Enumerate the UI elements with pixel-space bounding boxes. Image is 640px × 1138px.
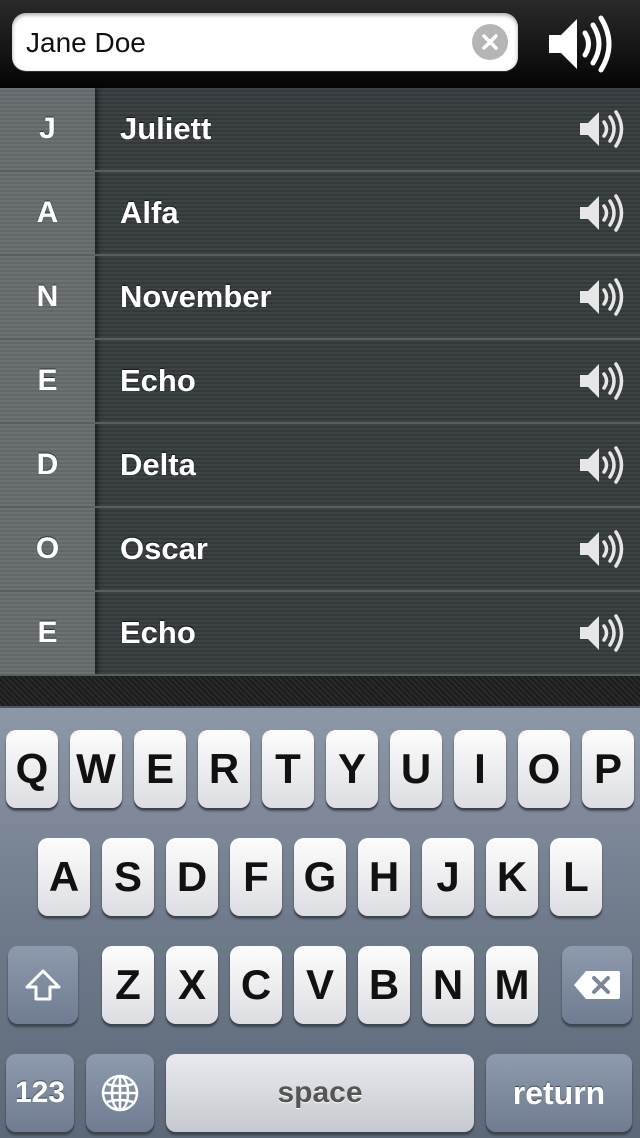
speak-all-button[interactable]	[540, 10, 620, 78]
phonetic-word: Oscar	[120, 531, 208, 566]
numbers-key[interactable]: 123	[6, 1054, 74, 1132]
phonetic-word: Echo	[120, 363, 196, 398]
globe-key[interactable]	[86, 1054, 154, 1132]
phonetic-word: Echo	[120, 615, 196, 650]
list-item[interactable]: D Delta	[0, 424, 640, 508]
letter-label: O	[35, 532, 60, 565]
clear-icon[interactable]	[472, 24, 508, 60]
delete-icon	[574, 971, 620, 999]
letter-label: E	[37, 364, 58, 397]
key-t[interactable]: T	[262, 730, 314, 808]
search-input[interactable]	[24, 21, 468, 65]
return-key[interactable]: return	[486, 1054, 632, 1132]
shift-icon	[25, 969, 61, 1001]
key-b[interactable]: B	[358, 946, 410, 1024]
key-y[interactable]: Y	[326, 730, 378, 808]
key-w[interactable]: W	[70, 730, 122, 808]
list-item[interactable]: E Echo	[0, 340, 640, 424]
key-j[interactable]: J	[422, 838, 474, 916]
key-m[interactable]: M	[486, 946, 538, 1024]
speaker-icon[interactable]	[578, 276, 624, 318]
keyboard: QWERTYUIOP ASDFGHJKL ZXCVBNM 123 space r…	[0, 706, 640, 1138]
phonetic-word: November	[120, 279, 272, 314]
letter-label: N	[36, 280, 59, 313]
top-bar	[0, 0, 640, 88]
letter-label: D	[36, 448, 59, 481]
key-n[interactable]: N	[422, 946, 474, 1024]
list-item[interactable]: O Oscar	[0, 508, 640, 592]
list-item[interactable]: E Echo	[0, 592, 640, 676]
letter-label: J	[39, 112, 56, 145]
key-l[interactable]: L	[550, 838, 602, 916]
phonetic-word: Juliett	[120, 111, 212, 146]
phonetic-word: Alfa	[120, 195, 179, 230]
key-o[interactable]: O	[518, 730, 570, 808]
key-c[interactable]: C	[230, 946, 282, 1024]
key-a[interactable]: A	[38, 838, 90, 916]
key-k[interactable]: K	[486, 838, 538, 916]
space-key[interactable]: space	[166, 1054, 474, 1132]
phonetic-list: J Juliett A Alfa N November E Echo D Delta O Oscar E…	[0, 88, 640, 676]
speaker-icon[interactable]	[578, 528, 624, 570]
key-u[interactable]: U	[390, 730, 442, 808]
key-x[interactable]: X	[166, 946, 218, 1024]
speaker-icon[interactable]	[578, 612, 624, 654]
list-item[interactable]: N November	[0, 256, 640, 340]
key-s[interactable]: S	[102, 838, 154, 916]
letter-label: A	[36, 196, 59, 229]
key-q[interactable]: Q	[6, 730, 58, 808]
speaker-icon[interactable]	[578, 360, 624, 402]
key-f[interactable]: F	[230, 838, 282, 916]
key-e[interactable]: E	[134, 730, 186, 808]
globe-icon	[101, 1074, 139, 1112]
speaker-icon[interactable]	[578, 108, 624, 150]
speaker-icon	[549, 15, 612, 73]
speaker-icon[interactable]	[578, 192, 624, 234]
key-r[interactable]: R	[198, 730, 250, 808]
speaker-icon[interactable]	[578, 444, 624, 486]
list-item[interactable]: A Alfa	[0, 172, 640, 256]
key-i[interactable]: I	[454, 730, 506, 808]
texture-divider	[0, 676, 640, 706]
key-h[interactable]: H	[358, 838, 410, 916]
phonetic-word: Delta	[120, 447, 196, 482]
key-z[interactable]: Z	[102, 946, 154, 1024]
list-item[interactable]: J Juliett	[0, 88, 640, 172]
key-v[interactable]: V	[294, 946, 346, 1024]
key-g[interactable]: G	[294, 838, 346, 916]
key-d[interactable]: D	[166, 838, 218, 916]
shift-key[interactable]	[8, 946, 78, 1024]
delete-key[interactable]	[562, 946, 632, 1024]
key-p[interactable]: P	[582, 730, 634, 808]
search-field[interactable]	[12, 13, 518, 71]
letter-label: E	[37, 616, 58, 649]
